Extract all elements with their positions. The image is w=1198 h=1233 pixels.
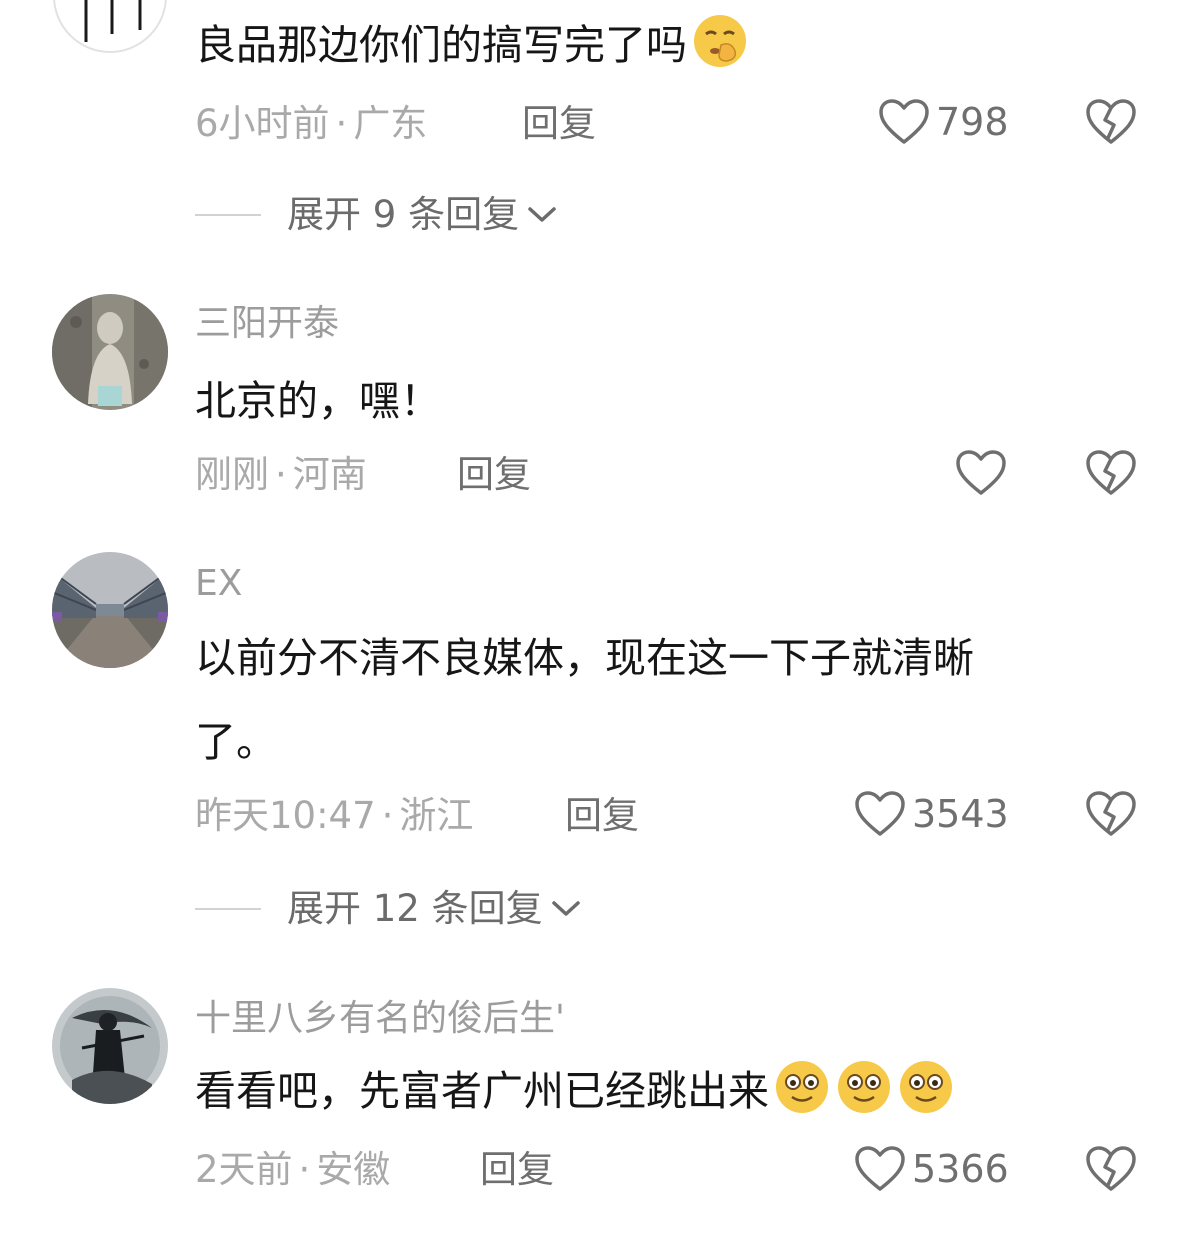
comment-meta: 6小时前 · 广东 bbox=[195, 105, 427, 142]
reply-button[interactable]: 回复 bbox=[522, 105, 596, 142]
broken-heart-icon bbox=[1086, 1146, 1136, 1191]
like-button[interactable] bbox=[955, 449, 1007, 497]
meta-separator: · bbox=[275, 453, 287, 496]
expand-replies-label: 展开 9 条回复 bbox=[287, 193, 520, 236]
comment-text: 良品那边你们的搞写完了吗 bbox=[195, 3, 749, 87]
comment-location: 河南 bbox=[292, 453, 367, 496]
avatar[interactable] bbox=[52, 294, 168, 410]
smiling-face-emoji bbox=[900, 1061, 952, 1113]
broken-heart-icon bbox=[1086, 791, 1136, 836]
avatar[interactable] bbox=[52, 988, 168, 1104]
reply-button[interactable]: 回复 bbox=[565, 797, 639, 834]
comment-meta: 刚刚 · 河南 bbox=[195, 456, 367, 493]
avatar[interactable] bbox=[52, 0, 168, 54]
dislike-button[interactable] bbox=[1085, 790, 1137, 838]
dislike-button[interactable] bbox=[1085, 1145, 1137, 1193]
meta-separator: · bbox=[335, 102, 348, 145]
dislike-button[interactable] bbox=[1085, 449, 1137, 497]
like-button[interactable]: 5366 bbox=[854, 1145, 1009, 1193]
smiling-face-emoji bbox=[776, 1061, 828, 1113]
heart-outline-icon bbox=[956, 450, 1006, 495]
expand-replies-label: 展开 12 条回复 bbox=[287, 887, 543, 930]
heart-outline-icon bbox=[879, 99, 929, 144]
meta-separator: · bbox=[381, 794, 394, 837]
heart-outline-icon bbox=[855, 1146, 905, 1191]
comment-time: 刚刚 bbox=[195, 453, 269, 496]
comment-text: 看看吧，先富者广州已经跳出来 bbox=[195, 1049, 955, 1133]
broken-heart-icon bbox=[1086, 450, 1136, 495]
chevron-down-icon bbox=[551, 900, 580, 916]
meta-separator: · bbox=[298, 1148, 311, 1191]
comment-username[interactable]: 三阳开泰 bbox=[195, 306, 339, 342]
comment-time: 2天前 bbox=[195, 1148, 293, 1191]
comment-location: 广东 bbox=[353, 102, 428, 145]
like-count: 5366 bbox=[912, 1147, 1009, 1191]
comment-username[interactable]: EX bbox=[195, 566, 242, 602]
comment-time: 昨天10:47 bbox=[195, 794, 376, 837]
comment-username[interactable]: 十里八乡有名的俊后生' bbox=[195, 1001, 565, 1037]
avatar[interactable] bbox=[52, 552, 168, 668]
dislike-button[interactable] bbox=[1085, 98, 1137, 146]
like-button[interactable]: 798 bbox=[878, 98, 1009, 146]
reply-button[interactable]: 回复 bbox=[457, 456, 531, 493]
shushing-face-emoji bbox=[694, 15, 746, 67]
like-count: 798 bbox=[936, 100, 1009, 144]
comment-text: 北京的，嘿！ bbox=[195, 377, 441, 425]
divider-line bbox=[195, 907, 261, 910]
smiling-face-emoji bbox=[838, 1061, 890, 1113]
heart-outline-icon bbox=[855, 791, 905, 836]
comment-text: 以前分不清不良媒体，现在这一下子就清晰 了。 bbox=[195, 634, 974, 766]
divider-line bbox=[195, 213, 261, 216]
reply-button[interactable]: 回复 bbox=[480, 1151, 554, 1188]
comment-location: 浙江 bbox=[399, 794, 474, 837]
comment-time: 6小时前 bbox=[195, 102, 330, 145]
expand-replies-button[interactable]: 展开 9 条回复 bbox=[195, 196, 559, 233]
like-button[interactable]: 3543 bbox=[854, 790, 1009, 838]
comment-location: 安徽 bbox=[316, 1148, 391, 1191]
like-count: 3543 bbox=[912, 792, 1009, 836]
expand-replies-button[interactable]: 展开 12 条回复 bbox=[195, 890, 583, 927]
comment-meta: 2天前 · 安徽 bbox=[195, 1151, 390, 1188]
broken-heart-icon bbox=[1086, 99, 1136, 144]
comment-meta: 昨天10:47 · 浙江 bbox=[195, 797, 473, 834]
chevron-down-icon bbox=[528, 206, 556, 222]
